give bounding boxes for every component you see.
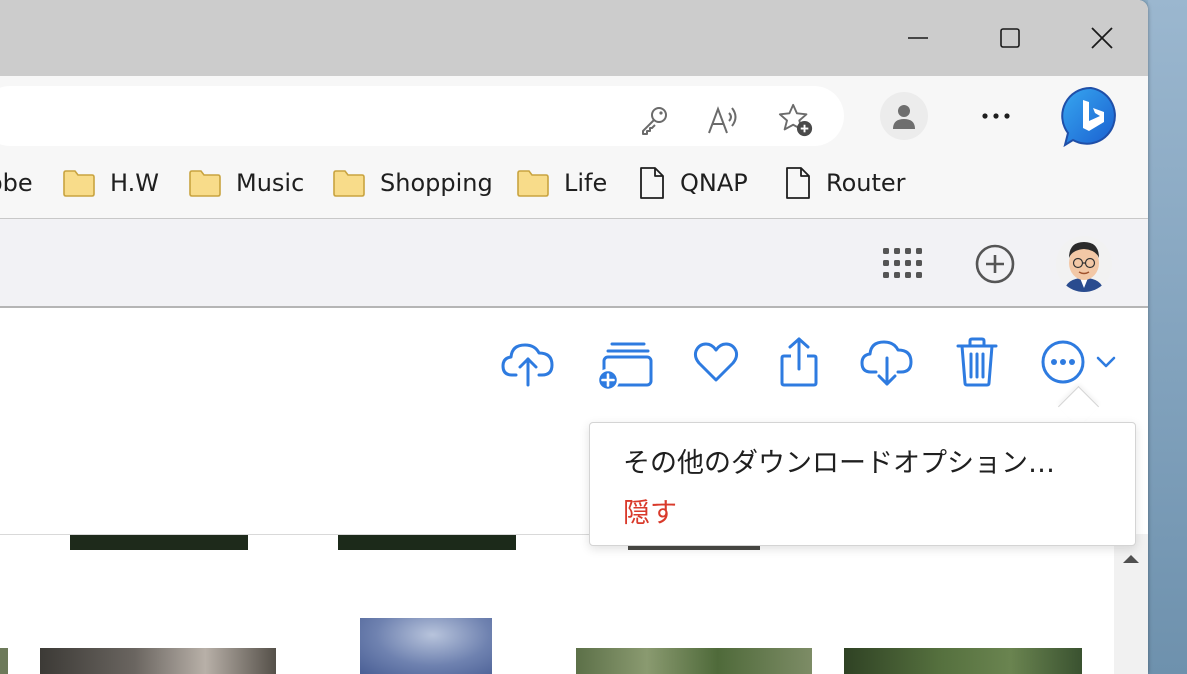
chevron-down-icon bbox=[1096, 356, 1116, 368]
favorite-folder-shopping[interactable]: Shopping bbox=[332, 166, 493, 200]
favorite-page-qnap[interactable]: QNAP bbox=[638, 166, 748, 200]
title-bar bbox=[0, 0, 1148, 76]
read-aloud-button[interactable] bbox=[706, 102, 742, 138]
more-options-menu: その他のダウンロードオプション… 隠す bbox=[589, 422, 1136, 546]
favorite-label: Music bbox=[236, 169, 305, 197]
app-launcher-button[interactable] bbox=[880, 244, 930, 284]
desktop-background bbox=[1148, 0, 1187, 674]
download-button[interactable] bbox=[858, 332, 916, 392]
browser-toolbar bbox=[0, 76, 1148, 156]
add-circle-icon bbox=[975, 244, 1015, 284]
profile-icon bbox=[893, 105, 915, 129]
photo-thumbnail[interactable] bbox=[360, 618, 492, 674]
photo-thumbnail[interactable] bbox=[70, 534, 248, 550]
favorite-button[interactable] bbox=[692, 332, 740, 392]
scroll-up-arrow-icon[interactable] bbox=[1114, 548, 1148, 568]
bing-copilot-button[interactable] bbox=[1058, 84, 1124, 150]
minimize-button[interactable] bbox=[898, 18, 938, 58]
minimize-icon bbox=[908, 37, 928, 39]
folder-icon bbox=[333, 170, 365, 197]
add-favorite-button[interactable] bbox=[778, 102, 814, 138]
address-bar[interactable] bbox=[0, 86, 844, 146]
password-key-button[interactable] bbox=[636, 102, 672, 138]
maximize-icon bbox=[1000, 28, 1020, 48]
upload-icon bbox=[501, 343, 554, 387]
page-icon bbox=[786, 167, 810, 199]
delete-button[interactable] bbox=[954, 332, 1000, 392]
favorite-label: QNAP bbox=[680, 169, 748, 197]
bing-copilot-icon bbox=[1061, 86, 1116, 148]
avatar-image bbox=[1056, 236, 1112, 292]
photo-thumbnail[interactable] bbox=[40, 648, 276, 674]
close-button[interactable] bbox=[1082, 18, 1122, 58]
account-avatar[interactable] bbox=[1056, 236, 1112, 292]
add-to-album-button[interactable] bbox=[594, 332, 656, 392]
share-icon bbox=[780, 337, 818, 387]
app-grid-icon bbox=[883, 248, 922, 278]
folder-icon bbox=[189, 170, 221, 197]
favorite-page-router[interactable]: Router bbox=[784, 166, 906, 200]
photo-thumbnail[interactable] bbox=[576, 648, 812, 674]
favorite-folder-obe[interactable]: obe bbox=[0, 166, 33, 200]
menu-item-more-download-options[interactable]: その他のダウンロードオプション… bbox=[623, 441, 1055, 480]
favorite-label: Shopping bbox=[380, 169, 493, 197]
add-button[interactable] bbox=[972, 241, 1018, 287]
close-icon bbox=[1091, 27, 1113, 49]
favorites-bar: obe H.W Music Shopping Life QNAP Router bbox=[0, 156, 1148, 219]
favorite-label: Router bbox=[826, 169, 906, 197]
favorite-label: obe bbox=[0, 169, 33, 197]
add-favorite-icon bbox=[778, 103, 813, 137]
key-icon bbox=[642, 107, 667, 135]
settings-more-button[interactable] bbox=[972, 100, 1020, 132]
profile-button[interactable] bbox=[880, 92, 928, 140]
photo-thumbnail[interactable] bbox=[338, 534, 516, 550]
favorite-icon bbox=[693, 342, 739, 382]
photo-thumbnail[interactable] bbox=[844, 648, 1082, 674]
maximize-button[interactable] bbox=[990, 18, 1030, 58]
upload-button[interactable] bbox=[500, 332, 556, 392]
favorite-folder-music[interactable]: Music bbox=[188, 166, 304, 200]
page-icon bbox=[640, 167, 664, 199]
app-header bbox=[0, 219, 1148, 308]
menu-item-hide[interactable]: 隠す bbox=[623, 491, 677, 530]
favorite-label: Life bbox=[564, 169, 608, 197]
folder-icon bbox=[517, 170, 549, 197]
add-to-album-icon bbox=[596, 342, 653, 390]
favorite-label: H.W bbox=[110, 169, 159, 197]
more-options-icon bbox=[1041, 340, 1085, 384]
scrollbar[interactable] bbox=[1114, 534, 1148, 674]
browser-window: obe H.W Music Shopping Life QNAP Router bbox=[0, 0, 1148, 674]
more-icon bbox=[982, 113, 1010, 119]
delete-icon bbox=[956, 337, 998, 387]
share-button[interactable] bbox=[776, 332, 822, 392]
favorite-folder-life[interactable]: Life bbox=[516, 166, 607, 200]
download-icon bbox=[860, 340, 913, 386]
more-options-button[interactable] bbox=[1038, 332, 1120, 392]
photo-thumbnail[interactable] bbox=[0, 648, 8, 674]
folder-icon bbox=[63, 170, 95, 197]
favorite-folder-hw[interactable]: H.W bbox=[62, 166, 159, 200]
read-aloud-icon bbox=[708, 106, 737, 134]
